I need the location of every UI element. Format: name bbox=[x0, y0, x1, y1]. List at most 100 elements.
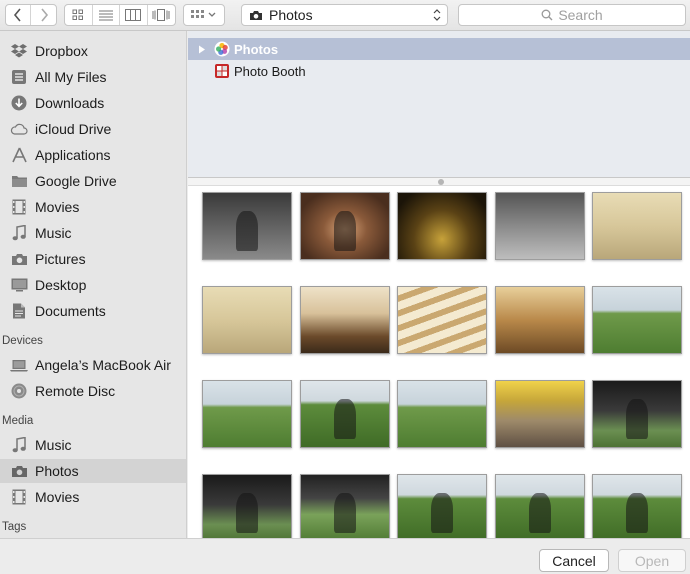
photo-thumbnail[interactable] bbox=[495, 474, 585, 538]
photo-thumbnail[interactable] bbox=[397, 474, 487, 538]
sidebar-item-label: Movies bbox=[35, 489, 80, 505]
sidebar-item-google-drive[interactable]: Google Drive bbox=[0, 169, 186, 193]
photo-thumbnail[interactable] bbox=[592, 474, 682, 538]
camera-icon bbox=[10, 250, 28, 268]
sidebar-item-downloads[interactable]: Downloads bbox=[0, 91, 186, 115]
sidebar-item-movies[interactable]: Movies bbox=[0, 195, 186, 219]
view-mode-group bbox=[64, 4, 176, 26]
all-files-icon bbox=[10, 68, 28, 86]
open-button[interactable]: Open bbox=[618, 549, 686, 572]
icon-view-button[interactable] bbox=[65, 5, 93, 25]
arrange-menu-button[interactable] bbox=[184, 5, 224, 25]
column-view-button[interactable] bbox=[120, 5, 148, 25]
sidebar-item-label: All My Files bbox=[35, 69, 107, 85]
chevron-left-icon bbox=[13, 8, 21, 22]
photo-subject bbox=[431, 493, 453, 534]
sidebar-item-media-music[interactable]: Music bbox=[0, 433, 186, 457]
sidebar-item-icloud-drive[interactable]: iCloud Drive bbox=[0, 117, 186, 141]
camera-icon bbox=[250, 10, 262, 20]
photo-thumbnail[interactable] bbox=[397, 286, 487, 354]
columns-icon bbox=[125, 9, 142, 21]
folder-icon bbox=[10, 172, 28, 190]
dropbox-icon bbox=[10, 42, 28, 60]
photo-thumbnail[interactable] bbox=[592, 380, 682, 448]
sidebar-item-label: Documents bbox=[35, 303, 106, 319]
arrange-menu-group bbox=[183, 4, 225, 26]
sidebar-item-pictures[interactable]: Pictures bbox=[0, 247, 186, 271]
toolbar: Photos Search bbox=[0, 0, 690, 31]
sidebar-item-dropbox[interactable]: Dropbox bbox=[0, 39, 186, 63]
downloads-icon bbox=[10, 94, 28, 112]
document-icon bbox=[10, 302, 28, 320]
photo-thumbnail[interactable] bbox=[202, 192, 292, 260]
photo-thumbnail[interactable] bbox=[300, 474, 390, 538]
photo-subject bbox=[626, 493, 648, 534]
sidebar-item-label: Music bbox=[35, 225, 72, 241]
desktop-icon bbox=[10, 276, 28, 294]
photo-thumbnail[interactable] bbox=[300, 380, 390, 448]
search-field[interactable]: Search bbox=[458, 4, 686, 26]
browser-row-photo-booth[interactable]: Photo Booth bbox=[188, 60, 690, 82]
sidebar-item-music[interactable]: Music bbox=[0, 221, 186, 245]
disclosure-triangle-icon[interactable] bbox=[196, 45, 208, 54]
photo-thumbnail[interactable] bbox=[495, 192, 585, 260]
media-browser-list: Photos Photo Booth bbox=[188, 31, 690, 177]
sidebar-item-label: Downloads bbox=[35, 95, 105, 111]
sidebar-item-applications[interactable]: Applications bbox=[0, 143, 186, 167]
sidebar-item-media-photos[interactable]: Photos bbox=[0, 459, 186, 483]
pane-splitter[interactable] bbox=[188, 177, 690, 186]
navigation-group bbox=[5, 4, 57, 26]
photos-app-icon bbox=[214, 41, 230, 57]
photo-subject bbox=[529, 493, 551, 534]
search-icon bbox=[541, 9, 553, 21]
search-placeholder: Search bbox=[558, 7, 603, 23]
back-button[interactable] bbox=[6, 5, 32, 25]
list-view-button[interactable] bbox=[93, 5, 120, 25]
browser-row-photos[interactable]: Photos bbox=[188, 38, 690, 60]
photo-thumbnail[interactable] bbox=[300, 192, 390, 260]
location-popup[interactable]: Photos bbox=[241, 4, 448, 26]
photo-thumbnail[interactable] bbox=[300, 286, 390, 354]
cancel-button[interactable]: Cancel bbox=[539, 549, 609, 572]
photo-subject bbox=[626, 399, 648, 440]
sidebar-item-documents[interactable]: Documents bbox=[0, 299, 186, 323]
sidebar-item-desktop[interactable]: Desktop bbox=[0, 273, 186, 297]
laptop-icon bbox=[10, 356, 28, 374]
film-icon bbox=[10, 198, 28, 216]
sidebar-item-all-my-files[interactable]: All My Files bbox=[0, 65, 186, 89]
sidebar-item-remote-disc[interactable]: Remote Disc bbox=[0, 379, 186, 403]
photo-thumbnail[interactable] bbox=[397, 192, 487, 260]
sidebar-item-macbook-air[interactable]: Angela’s MacBook Air bbox=[0, 353, 186, 377]
forward-button[interactable] bbox=[31, 5, 56, 25]
dialog-footer: Cancel Open bbox=[0, 538, 690, 574]
sidebar-heading-media: Media bbox=[2, 415, 34, 427]
photo-subject bbox=[334, 211, 356, 252]
photo-thumbnail[interactable] bbox=[495, 286, 585, 354]
photo-subject bbox=[236, 211, 258, 252]
photo-thumbnail[interactable] bbox=[592, 192, 682, 260]
sidebar-item-label: Movies bbox=[35, 199, 80, 215]
photo-thumbnail[interactable] bbox=[202, 380, 292, 448]
photo-subject bbox=[236, 493, 258, 534]
up-down-arrows-icon bbox=[433, 9, 441, 21]
sidebar-item-label: Photos bbox=[35, 463, 79, 479]
photo-thumbnail[interactable] bbox=[397, 380, 487, 448]
cover-flow-view-button[interactable] bbox=[148, 5, 175, 25]
photo-thumbnail[interactable] bbox=[202, 286, 292, 354]
photo-thumbnail[interactable] bbox=[495, 380, 585, 448]
sidebar-item-media-movies[interactable]: Movies bbox=[0, 485, 186, 509]
disc-icon bbox=[10, 382, 28, 400]
browser-row-label: Photo Booth bbox=[234, 63, 306, 79]
list-icon bbox=[98, 10, 113, 21]
photo-thumbnail[interactable] bbox=[592, 286, 682, 354]
photo-thumbnail[interactable] bbox=[202, 474, 292, 538]
sidebar-item-label: Dropbox bbox=[35, 43, 88, 59]
sidebar-item-label: Applications bbox=[35, 147, 111, 163]
sidebar-item-label: Google Drive bbox=[35, 173, 117, 189]
photo-subject bbox=[334, 399, 356, 440]
sidebar-item-label: iCloud Drive bbox=[35, 121, 112, 137]
sidebar-item-label: Angela’s MacBook Air bbox=[35, 357, 171, 373]
sidebar-item-label: Remote Disc bbox=[35, 383, 116, 399]
sidebar-item-label: Music bbox=[35, 437, 72, 453]
splitter-handle[interactable] bbox=[438, 179, 444, 185]
